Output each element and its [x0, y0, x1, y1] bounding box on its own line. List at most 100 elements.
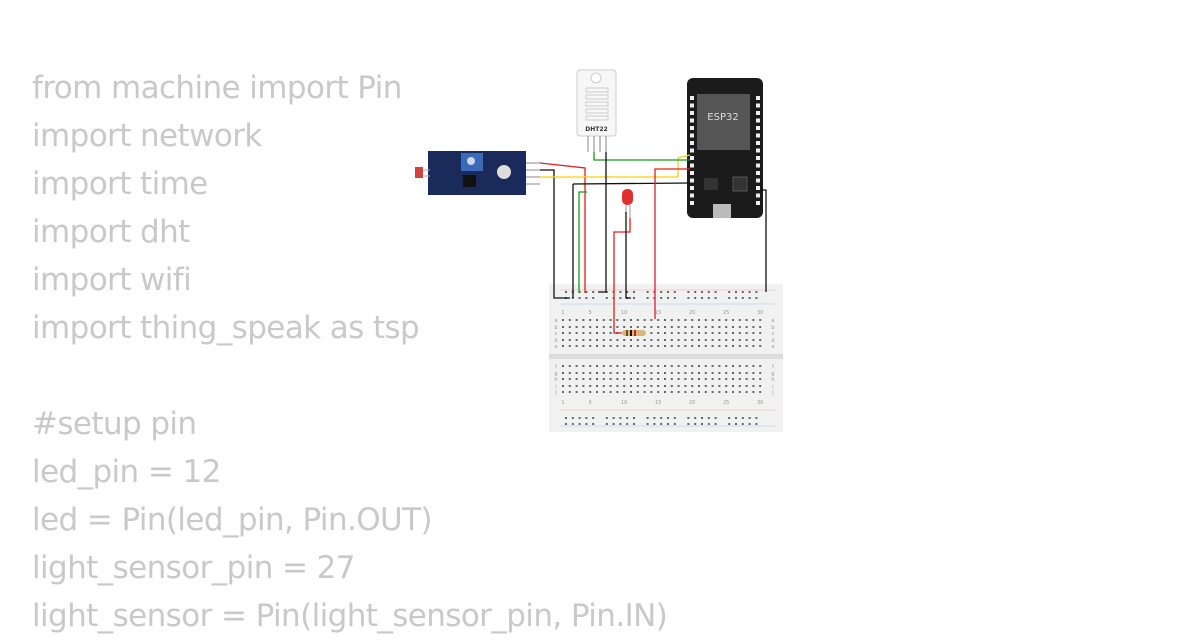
breadboard-hole: [630, 378, 632, 380]
breadboard-hole: [602, 372, 605, 374]
breadboard-hole: [707, 297, 710, 299]
breadboard-hole: [650, 365, 653, 367]
breadboard-hole: [738, 365, 741, 367]
breadboard-hole: [698, 339, 700, 341]
breadboard-hole: [605, 417, 608, 419]
breadboard-hole: [568, 319, 571, 321]
breadboard-hole: [575, 339, 578, 341]
breadboard-hole: [752, 326, 755, 328]
breadboard-hole: [582, 345, 585, 347]
esp32-pin: [756, 118, 760, 123]
column-label: 5: [589, 400, 592, 406]
wire-green: [593, 152, 690, 161]
breadboard-hole: [619, 297, 622, 299]
breadboard-hole: [660, 417, 663, 419]
esp32-board: ESP32: [687, 78, 763, 218]
breadboard-hole: [575, 378, 578, 380]
breadboard-hole: [596, 365, 598, 367]
breadboard-hole: [741, 291, 744, 293]
breadboard-hole: [738, 372, 741, 374]
breadboard-hole: [633, 297, 635, 299]
breadboard-hole: [650, 391, 653, 393]
breadboard-hole: [578, 417, 581, 419]
breadboard-hole: [643, 326, 646, 328]
breadboard-hole: [698, 345, 700, 347]
esp32-pin: [756, 193, 760, 198]
esp32-pin: [690, 126, 694, 130]
column-label: 1: [561, 310, 564, 316]
breadboard-hole: [687, 417, 690, 419]
breadboard-hole: [677, 326, 680, 328]
breadboard-hole: [609, 385, 612, 387]
breadboard-hole: [623, 391, 626, 393]
esp32-pin: [756, 126, 760, 130]
breadboard-hole: [602, 365, 605, 367]
breadboard-hole: [565, 417, 567, 419]
breadboard-hole: [616, 365, 619, 367]
breadboard-hole: [643, 391, 646, 393]
breadboard-hole: [602, 326, 605, 328]
breadboard-hole: [755, 423, 758, 425]
breadboard-hole: [670, 372, 673, 374]
breadboard-hole: [596, 378, 598, 380]
breadboard-hole: [673, 297, 676, 299]
breadboard-hole: [741, 297, 744, 299]
breadboard-hole: [698, 365, 700, 367]
column-label: 30: [757, 310, 763, 316]
breadboard-hole: [732, 385, 734, 387]
breadboard-hole: [571, 417, 574, 419]
breadboard-hole: [650, 385, 653, 387]
esp32-pin: [756, 156, 760, 160]
breadboard-hole: [646, 291, 649, 293]
breadboard-hole: [691, 378, 694, 380]
breadboard-hole: [684, 345, 687, 347]
breadboard-hole: [602, 378, 605, 380]
breadboard-hole: [701, 417, 703, 419]
breadboard-hole: [582, 372, 585, 374]
breadboard-hole: [701, 291, 703, 293]
esp32-pin: [756, 171, 760, 175]
breadboard-hole: [589, 372, 592, 374]
breadboard-hole: [562, 332, 564, 334]
breadboard-hole: [684, 391, 687, 393]
breadboard-hole: [636, 385, 639, 387]
breadboard-hole: [748, 417, 751, 419]
breadboard-hole: [657, 319, 660, 321]
breadboard-hole: [691, 339, 694, 341]
breadboard-hole: [759, 378, 762, 380]
breadboard-hole: [728, 423, 731, 425]
breadboard-hole: [759, 372, 762, 374]
breadboard: 115510101515202025253030a ab bc cd de ef fg gh h…: [549, 284, 783, 432]
breadboard-hole: [636, 372, 639, 374]
breadboard-hole: [616, 345, 619, 347]
row-label: c: [772, 331, 775, 337]
breadboard-hole: [711, 339, 714, 341]
breadboard-hole: [578, 297, 581, 299]
breadboard-hole: [582, 339, 585, 341]
breadboard-hole: [738, 391, 741, 393]
esp32-pin: [690, 111, 694, 115]
breadboard-hole: [752, 345, 755, 347]
breadboard-hole: [565, 291, 567, 293]
breadboard-hole: [592, 423, 595, 425]
breadboard-hole: [636, 378, 639, 380]
breadboard-hole: [707, 291, 710, 293]
breadboard-hole: [735, 417, 737, 419]
wire-red: [539, 162, 586, 293]
breadboard-hole: [711, 345, 714, 347]
column-label: 15: [655, 310, 661, 316]
esp32-pin: [756, 141, 760, 145]
breadboard-hole: [738, 339, 741, 341]
breadboard-hole: [711, 372, 714, 374]
breadboard-hole: [718, 339, 721, 341]
breadboard-hole: [707, 423, 710, 425]
breadboard-hole: [660, 423, 663, 425]
breadboard-hole: [752, 378, 755, 380]
breadboard-hole: [596, 326, 598, 328]
breadboard-hole: [657, 391, 660, 393]
breadboard-hole: [636, 339, 639, 341]
esp32-pin: [690, 156, 694, 160]
breadboard-hole: [752, 365, 755, 367]
breadboard-hole: [759, 326, 762, 328]
breadboard-hole: [698, 385, 700, 387]
